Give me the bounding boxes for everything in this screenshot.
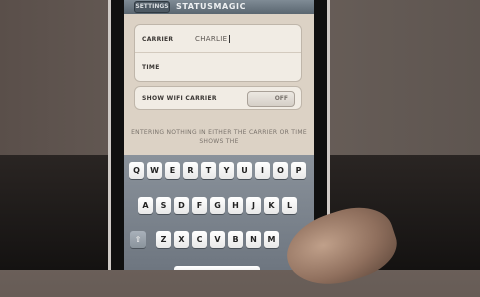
key-q[interactable]: Q [129,162,144,179]
key-u[interactable]: U [237,162,252,179]
key-y[interactable]: Y [219,162,234,179]
key-r[interactable]: R [183,162,198,179]
shift-arrow-icon: ⇧ [134,235,142,244]
keyboard: QWERTYUIOP ASDFGHJKL ZXCVBNM ⇧ [124,155,314,270]
phone-screen: SETTINGS STATUSMAGIC CARRIER CHARLIE TIM… [124,0,314,270]
carrier-label: CARRIER [142,36,174,43]
key-n[interactable]: N [246,231,261,248]
key-c[interactable]: C [192,231,207,248]
key-i[interactable]: I [255,162,270,179]
key-o[interactable]: O [273,162,288,179]
carrier-row[interactable]: CARRIER CHARLIE [135,25,301,53]
key-s[interactable]: S [156,197,171,214]
key-p[interactable]: P [291,162,306,179]
key-d[interactable]: D [174,197,189,214]
key-h[interactable]: H [228,197,243,214]
key-f[interactable]: F [192,197,207,214]
show-wifi-carrier-label: SHOW WIFI CARRIER [142,95,217,102]
page-title: STATUSMAGIC [176,2,247,11]
key-g[interactable]: G [210,197,225,214]
key-t[interactable]: T [201,162,216,179]
toggle-state: OFF [274,95,288,102]
key-a[interactable]: A [138,197,153,214]
navigation-bar: SETTINGS STATUSMAGIC [124,0,314,14]
space-key[interactable] [174,266,260,270]
key-b[interactable]: B [228,231,243,248]
key-j[interactable]: J [246,197,261,214]
footer-note: ENTERING NOTHING IN EITHER THE CARRIER O… [131,129,307,145]
shift-key[interactable]: ⇧ [130,231,146,248]
fields-group: CARRIER CHARLIE TIME [134,24,302,82]
key-z[interactable]: Z [156,231,171,248]
key-m[interactable]: M [264,231,279,248]
carrier-value: CHARLIE [195,35,228,43]
key-l[interactable]: L [282,197,297,214]
key-x[interactable]: X [174,231,189,248]
key-v[interactable]: V [210,231,225,248]
key-k[interactable]: K [264,197,279,214]
key-e[interactable]: E [165,162,180,179]
time-row[interactable]: TIME [135,53,301,83]
settings-back-button[interactable]: SETTINGS [134,1,170,13]
key-w[interactable]: W [147,162,162,179]
wifi-group: SHOW WIFI CARRIER OFF [134,86,302,110]
text-cursor [229,35,231,43]
carrier-field[interactable]: CHARLIE [195,35,231,43]
time-label: TIME [142,64,160,71]
wifi-carrier-toggle[interactable]: OFF [247,91,295,107]
